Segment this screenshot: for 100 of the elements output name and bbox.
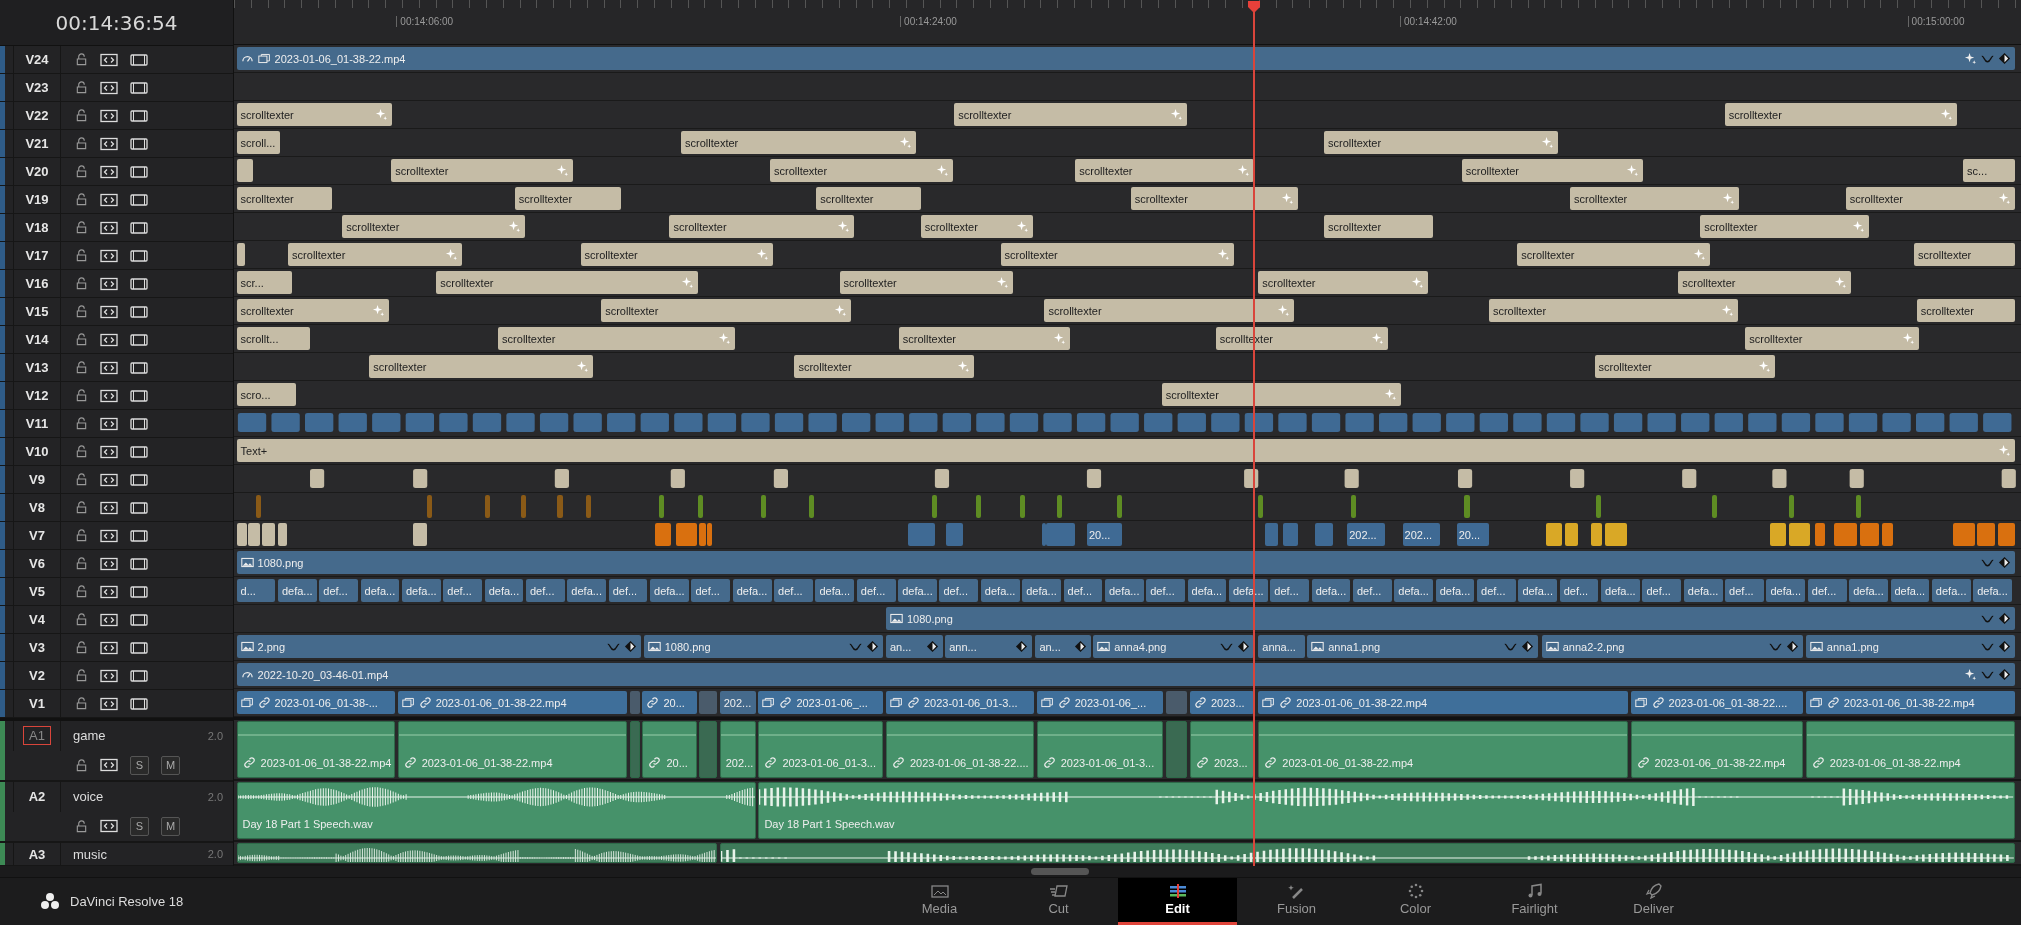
timeline-clip[interactable]: defa... <box>732 579 772 602</box>
timeline-clip[interactable]: scrolltexter <box>839 271 1014 294</box>
timeline-clip[interactable]: defa... <box>1849 579 1888 602</box>
timeline-clip[interactable]: defa... <box>277 579 317 602</box>
timeline-clip[interactable]: def... <box>608 579 648 602</box>
timeline-clip[interactable] <box>699 691 718 714</box>
monitor-icon[interactable] <box>130 248 148 263</box>
monitor-icon[interactable] <box>130 444 148 459</box>
timeline-clip[interactable]: def... <box>1352 579 1392 602</box>
lock-icon[interactable] <box>75 501 88 514</box>
lock-icon[interactable] <box>75 109 88 122</box>
timeline-clip[interactable]: 1080.png <box>236 551 2015 574</box>
timeline-clip[interactable]: defa... <box>360 579 400 602</box>
timeline-clip[interactable]: scrolltexter <box>898 327 1071 350</box>
timeline-clip[interactable] <box>1464 495 1470 518</box>
timeline-clip[interactable]: def... <box>319 579 359 602</box>
timeline-clip[interactable] <box>1545 523 1563 546</box>
timeline-clip[interactable] <box>697 495 703 518</box>
timeline-clip[interactable] <box>1282 523 1299 546</box>
lock-icon[interactable] <box>75 473 88 486</box>
timeline-clip[interactable]: def... <box>939 579 979 602</box>
timeline-clip[interactable] <box>1834 523 1858 546</box>
timeline-clip[interactable]: def... <box>691 579 731 602</box>
timeline-clip[interactable]: scrolltexter <box>1914 243 2015 266</box>
timeline-clip[interactable] <box>655 523 671 546</box>
timeline-clip[interactable] <box>1789 495 1795 518</box>
timeline-clip[interactable]: Text+ <box>236 439 2015 462</box>
timeline-clip[interactable]: 2023-01-06_01-38-... <box>236 691 396 714</box>
timeline-clip[interactable]: 2023-01-06_01-38-22.mp4 <box>1805 691 2015 714</box>
auto-select-icon[interactable] <box>100 819 118 834</box>
timeline-clip[interactable]: defa... <box>1890 579 1930 602</box>
timeline-clip[interactable]: scrolltexter <box>1075 159 1255 182</box>
timeline-clip[interactable]: 2023-01-06_01-38-22.mp4 <box>397 691 627 714</box>
lock-icon[interactable] <box>75 277 88 290</box>
lock-icon[interactable] <box>75 758 88 772</box>
timeline-clip[interactable] <box>1977 523 1996 546</box>
timeline-clip[interactable]: defa... <box>401 579 441 602</box>
track-name[interactable]: A1 <box>23 726 51 746</box>
lock-icon[interactable] <box>75 445 88 458</box>
timeline-clip[interactable] <box>629 691 640 714</box>
timeline-clip[interactable] <box>1769 523 1787 546</box>
timeline-clip[interactable] <box>1590 523 1603 546</box>
timeline-clip[interactable]: scrolltexter <box>288 243 463 266</box>
page-tab[interactable]: Cut <box>999 877 1118 925</box>
timeline-clip[interactable]: defa... <box>980 579 1020 602</box>
timeline-clip[interactable]: def... <box>1063 579 1103 602</box>
auto-select-icon[interactable] <box>100 696 118 711</box>
timeline-clip[interactable]: scrolltexter <box>236 299 389 322</box>
audio-clip[interactable] <box>629 721 640 778</box>
timeline-clip[interactable] <box>675 523 697 546</box>
timeline-clip[interactable] <box>760 495 767 518</box>
page-tab[interactable]: Fusion <box>1237 877 1356 925</box>
timeline-clip[interactable]: scr... <box>236 271 292 294</box>
auto-select-icon[interactable] <box>100 360 118 375</box>
timeline-clip[interactable]: scrolltexter <box>1000 243 1234 266</box>
monitor-icon[interactable] <box>130 500 148 515</box>
timeline-clip[interactable] <box>1604 523 1627 546</box>
auto-select-icon[interactable] <box>100 758 118 773</box>
timeline-clip[interactable]: 2023-01-06_01-3... <box>885 691 1035 714</box>
audio-clip[interactable]: 2023-01-06_01-3... <box>1036 721 1163 778</box>
timeline-clip[interactable]: 2023... <box>1190 691 1255 714</box>
timeline-clip[interactable]: defa... <box>1311 579 1351 602</box>
auto-select-icon[interactable] <box>100 528 118 543</box>
auto-select-icon[interactable] <box>100 164 118 179</box>
timeline-clip[interactable] <box>236 523 247 546</box>
timeline-clip[interactable] <box>976 495 982 518</box>
auto-select-icon[interactable] <box>100 52 118 67</box>
timeline-clip[interactable] <box>907 523 935 546</box>
timeline-clip[interactable] <box>1057 495 1063 518</box>
timeline-clip[interactable]: scrolltexter <box>1161 383 1402 406</box>
timeline-clip[interactable] <box>1789 523 1810 546</box>
auto-select-icon[interactable] <box>100 500 118 515</box>
timeline-clip[interactable]: defa... <box>898 579 937 602</box>
audio-clip[interactable]: Day 18 Part 1 Speech.wav <box>236 782 756 839</box>
lock-icon[interactable] <box>75 557 88 570</box>
timeline-clip[interactable]: def... <box>526 579 565 602</box>
playhead-icon[interactable] <box>1246 0 1263 14</box>
lock-icon[interactable] <box>75 165 88 178</box>
audio-clip[interactable]: 2023-01-06_01-38-22.... <box>885 721 1035 778</box>
timeline-ruler[interactable]: 00:14:06:00 00:14:24:00 00:14:42:00 00:15:00:00 <box>234 0 2021 45</box>
lock-icon[interactable] <box>75 249 88 262</box>
monitor-icon[interactable] <box>130 276 148 291</box>
timeline-clip[interactable] <box>521 495 527 518</box>
timeline-clip[interactable]: 20... <box>642 691 697 714</box>
monitor-icon[interactable] <box>130 108 148 123</box>
timeline-clip[interactable] <box>236 159 254 182</box>
timeline-clip[interactable]: scrolltexter <box>1517 243 1711 266</box>
lock-icon[interactable] <box>75 53 88 66</box>
audio-clip[interactable]: Day 18 Part 1 Speech.wav <box>758 782 2015 839</box>
audio-clip[interactable]: 2023-01-06_01-38-22.mp4 <box>1258 721 1629 778</box>
solo-button[interactable]: S <box>130 816 149 836</box>
lock-icon[interactable] <box>75 641 88 654</box>
timeline-clip[interactable] <box>236 243 245 266</box>
track-name[interactable]: A3 <box>22 844 52 864</box>
lock-icon[interactable] <box>75 81 88 94</box>
lock-icon[interactable] <box>75 529 88 542</box>
timeline-clip[interactable]: def... <box>856 579 896 602</box>
monitor-icon[interactable] <box>130 192 148 207</box>
monitor-icon[interactable] <box>130 136 148 151</box>
timeline-clip[interactable]: defa... <box>1187 579 1227 602</box>
